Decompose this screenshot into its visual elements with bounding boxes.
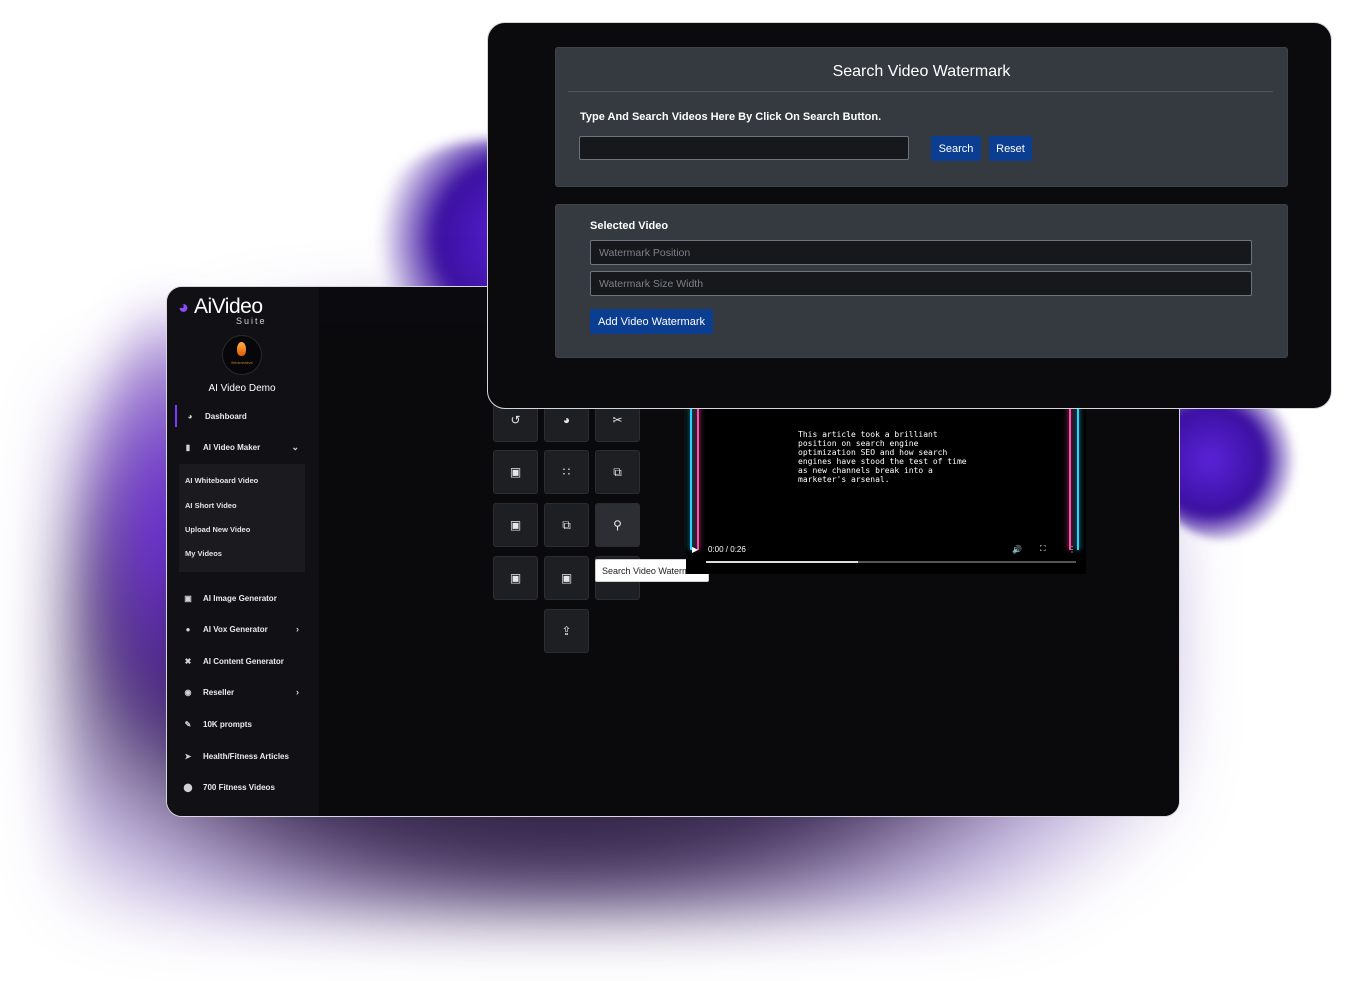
- watermark-size-width-field[interactable]: [590, 271, 1252, 296]
- video-maker-submenu: AI Whiteboard Video AI Short Video Uploa…: [179, 464, 305, 572]
- video-caption: This article took a brilliant position o…: [798, 430, 967, 484]
- images-icon: ▣: [184, 593, 192, 603]
- sidebar-item-dashboard[interactable]: ◕ Dashboard: [175, 405, 307, 427]
- video-camera-icon: ▮: [185, 442, 191, 452]
- video-icon[interactable]: ▣: [544, 556, 589, 600]
- selected-video-label: Selected Video: [590, 220, 669, 232]
- sidebar-item-label: AI Vox Generator: [203, 624, 268, 634]
- neon-line: [1077, 400, 1079, 550]
- chevron-right-icon: ›: [296, 687, 299, 697]
- panel-title: Search Video Watermark: [832, 63, 1011, 80]
- image-icon[interactable]: ▣: [493, 503, 538, 547]
- search-input[interactable]: [579, 136, 909, 160]
- sidebar-item-label: Dashboard: [205, 411, 247, 421]
- images-icon[interactable]: ⧉: [544, 503, 589, 547]
- sidebar-item-label: AI Video Maker: [203, 442, 261, 452]
- image-icon[interactable]: ▣: [493, 556, 538, 600]
- selected-video-card: Selected Video Add Video Watermark: [555, 204, 1288, 358]
- neon-line: [1069, 400, 1071, 550]
- avatar-brand-text: fieldcreative: [231, 360, 253, 365]
- paper-plane-icon: ➤: [184, 751, 192, 761]
- submenu-item-short-video[interactable]: AI Short Video: [185, 501, 237, 510]
- sidebar-item-ai-content-generator[interactable]: ✖ AI Content Generator: [175, 650, 305, 672]
- upload-icon[interactable]: ⇪: [544, 609, 589, 653]
- video-progress-fill: [706, 561, 858, 563]
- sidebar-item-label: 10K prompts: [203, 719, 252, 729]
- sidebar-item-label: AI Image Generator: [203, 593, 277, 603]
- tools-icon: ✖: [184, 656, 192, 666]
- video-progress-bar[interactable]: [706, 561, 1076, 563]
- logo-subtitle: Suite: [236, 316, 267, 326]
- sidebar-item-10k-prompts[interactable]: ✎ 10K prompts: [175, 713, 305, 735]
- fullscreen-icon[interactable]: ⛶: [1040, 544, 1046, 554]
- user-name: AI Video Demo: [208, 383, 276, 394]
- watermark-modal: Search Video Watermark Type And Search V…: [487, 22, 1332, 409]
- submenu-item-upload[interactable]: Upload New Video: [185, 525, 250, 534]
- flame-icon: [237, 342, 246, 356]
- search-file-icon[interactable]: ⚲: [595, 503, 640, 547]
- sidebar-item-reseller[interactable]: ◉ Reseller ›: [175, 681, 305, 703]
- volume-icon[interactable]: 🔊: [1012, 545, 1022, 554]
- sidebar: ◕ AiVideo Suite fieldcreative AI Video D…: [167, 287, 319, 816]
- video-time: 0:00 / 0:26: [708, 544, 746, 554]
- logo-icon: ◕: [178, 297, 189, 317]
- dashboard-icon: ◕: [187, 411, 193, 421]
- search-button[interactable]: Search: [931, 136, 981, 161]
- neon-line: [697, 400, 699, 550]
- add-video-watermark-button[interactable]: Add Video Watermark: [590, 309, 713, 334]
- video-controls: ▶ 0:00 / 0:26 🔊 ⛶ ⋮: [686, 538, 1086, 560]
- submenu-item-whiteboard[interactable]: AI Whiteboard Video: [185, 476, 258, 485]
- sidebar-item-700-fitness-videos[interactable]: ⬤ 700 Fitness Videos: [175, 776, 305, 798]
- sidebar-item-label: 700 Fitness Videos: [203, 782, 275, 792]
- sidebar-item-label: Reseller: [203, 687, 235, 697]
- pen-icon: ✎: [184, 719, 192, 729]
- video-player[interactable]: This article took a brilliant position o…: [686, 400, 1086, 574]
- circle-icon: ⬤: [183, 782, 193, 792]
- watermark-position-field[interactable]: [590, 240, 1252, 265]
- sidebar-item-label: Health/Fitness Articles: [203, 751, 289, 761]
- users-icon: ◉: [184, 687, 192, 697]
- sidebar-item-health-fitness-articles[interactable]: ➤ Health/Fitness Articles: [175, 745, 305, 767]
- reset-button[interactable]: Reset: [989, 136, 1032, 161]
- search-card: Search Video Watermark Type And Search V…: [555, 47, 1288, 187]
- logo[interactable]: ◕ AiVideo Suite: [177, 293, 297, 327]
- images-icon[interactable]: ⧉: [595, 450, 640, 494]
- sidebar-item-label: AI Content Generator: [203, 656, 284, 666]
- play-icon[interactable]: ▶: [692, 545, 698, 554]
- neon-line: [690, 400, 692, 550]
- submenu-item-my-videos[interactable]: My Videos: [185, 549, 222, 558]
- chevron-down-icon: ⌄: [291, 441, 299, 452]
- more-options-icon[interactable]: ⋮: [1068, 545, 1076, 554]
- sidebar-item-ai-image-generator[interactable]: ▣ AI Image Generator: [175, 587, 305, 609]
- avatar[interactable]: fieldcreative: [222, 335, 262, 375]
- chevron-right-icon: ›: [296, 624, 299, 634]
- grid-icon[interactable]: ∷: [544, 450, 589, 494]
- microphone-icon: ●: [185, 624, 191, 634]
- sidebar-item-ai-vox-generator[interactable]: ● AI Vox Generator ›: [175, 618, 305, 640]
- image-icon[interactable]: ▣: [493, 450, 538, 494]
- search-instruction: Type And Search Videos Here By Click On …: [580, 111, 882, 123]
- divider: [568, 91, 1273, 92]
- sidebar-item-ai-video-maker[interactable]: ▮ AI Video Maker ⌄: [175, 436, 305, 458]
